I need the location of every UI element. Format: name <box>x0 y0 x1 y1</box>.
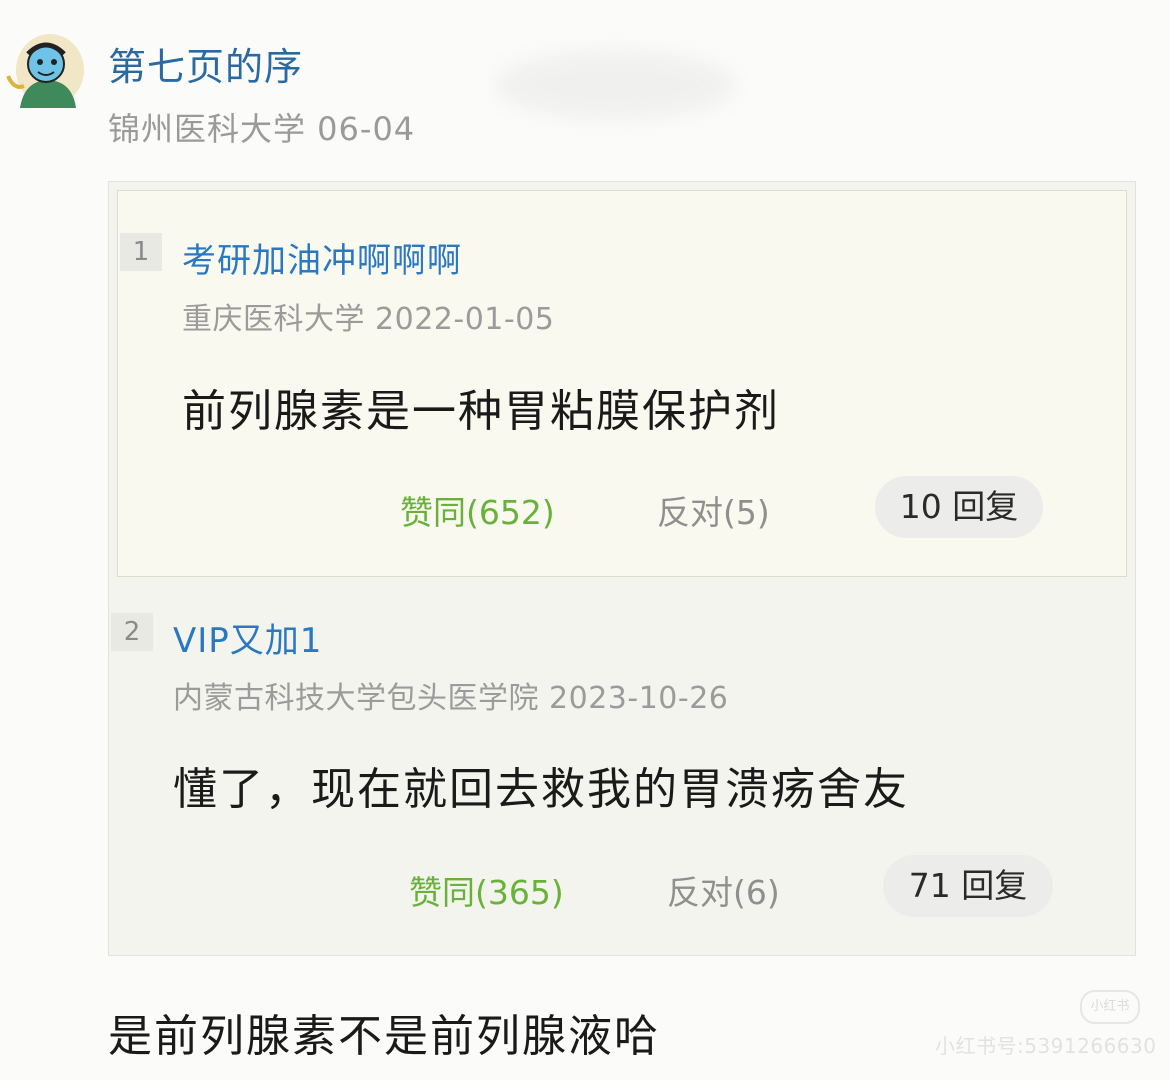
replies-button[interactable]: 10 回复 <box>875 476 1043 538</box>
comment-author[interactable]: 考研加油冲啊啊啊 <box>182 233 462 282</box>
agree-button[interactable]: 赞同(652) <box>400 486 555 534</box>
user-school-date: 锦州医科大学 06-04 <box>108 110 416 148</box>
comment-author[interactable]: VIP又加1 <box>173 613 322 662</box>
oppose-button[interactable]: 反对(6) <box>667 866 780 914</box>
xiaohongshu-logo-watermark: 小红书 <box>1080 990 1140 1024</box>
avatar-cartoon-icon <box>6 34 84 108</box>
watermark-text: 小红书号:5391266630 <box>935 1034 1157 1058</box>
agree-button[interactable]: 赞同(365) <box>409 866 564 914</box>
replies-button[interactable]: 71 回复 <box>883 855 1053 917</box>
avatar[interactable] <box>2 20 84 112</box>
comment-index: 1 <box>120 233 162 271</box>
comment-text: 前列腺素是一种胃粘膜保护剂 <box>182 386 780 437</box>
comment-school-date: 重庆医科大学 2022-01-05 <box>182 302 555 337</box>
reply-text: 是前列腺素不是前列腺液哈 <box>108 1011 660 1062</box>
comment-text: 懂了，现在就回去救我的胃溃疡舍友 <box>173 764 909 815</box>
blurred-area <box>495 50 735 120</box>
username[interactable]: 第七页的序 <box>108 36 303 91</box>
oppose-button[interactable]: 反对(5) <box>657 486 770 534</box>
comment-index: 2 <box>111 613 153 651</box>
comment-school-date: 内蒙古科技大学包头医学院 2023-10-26 <box>173 681 729 716</box>
